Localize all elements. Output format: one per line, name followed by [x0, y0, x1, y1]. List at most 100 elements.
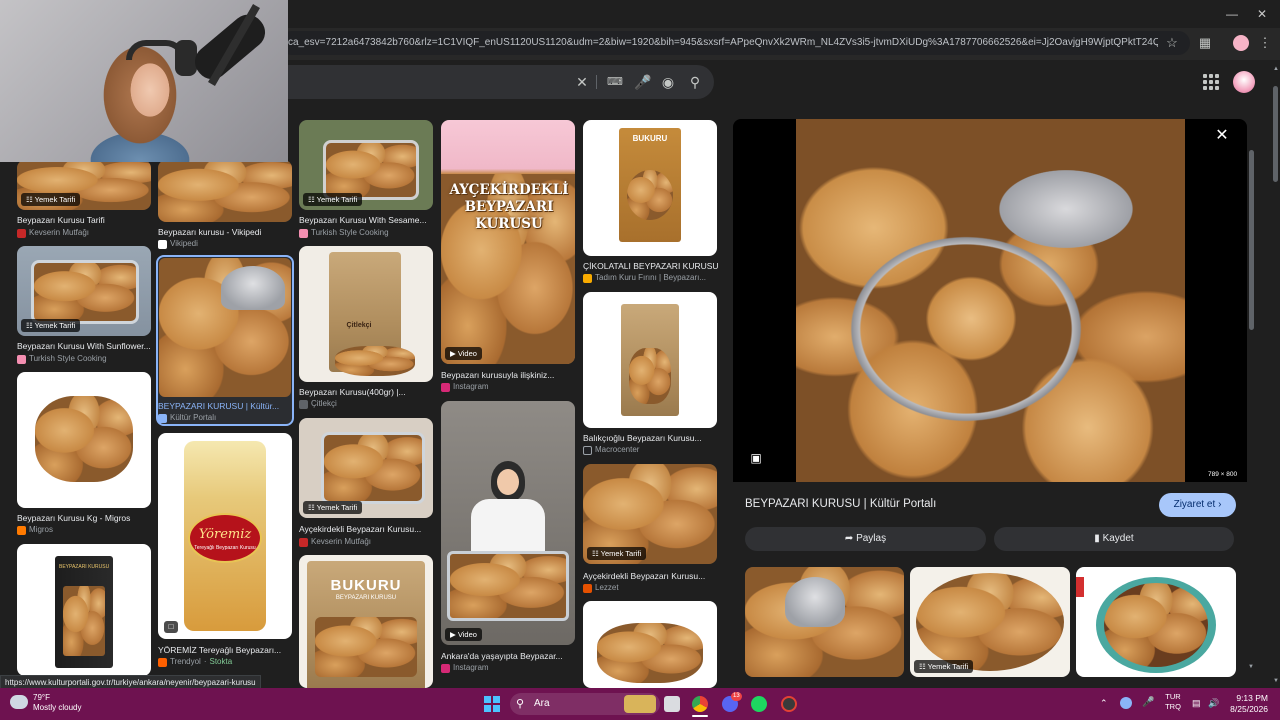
result-source[interactable]: Çitlekçi	[299, 398, 435, 410]
share-icon: ➦	[844, 533, 857, 544]
result-caption[interactable]: Beypazarı Kurusu(400gr) |...	[299, 386, 435, 398]
site-favicon	[299, 228, 308, 238]
recipe-icon: ☷	[26, 321, 35, 330]
related-image[interactable]	[745, 567, 904, 677]
close-preview-icon[interactable]: ✕	[1212, 126, 1232, 146]
result-image[interactable]: ☷ Yemek Tarifi	[17, 246, 151, 336]
result-image[interactable]: BEYPAZARI KURUSU	[17, 544, 151, 676]
search-icon[interactable]: ⚲	[687, 74, 703, 90]
apps-grid-icon[interactable]	[1203, 74, 1219, 90]
site-favicon	[299, 537, 308, 547]
related-image[interactable]: ☷ Yemek Tarifi	[910, 567, 1070, 677]
spotify-icon[interactable]	[751, 696, 767, 712]
result-image[interactable]: BUKURU BEYPAZARI KURUSU	[299, 555, 433, 688]
profile-avatar[interactable]	[1233, 35, 1249, 51]
panel-scrollbar-thumb[interactable]	[1249, 150, 1254, 330]
result-caption[interactable]: Beypazarı Kurusu With Sesame...	[299, 214, 435, 226]
result-image[interactable]: ▶ Video	[441, 401, 575, 645]
result-caption[interactable]: Beypazarı Kurusu Tarifi	[17, 214, 153, 226]
result-caption[interactable]: Ayçekirdekli Beypazarı Kurusu...	[583, 570, 719, 582]
windows-start-icon[interactable]	[484, 696, 500, 712]
tray-app-icon[interactable]	[1120, 697, 1132, 709]
result-image[interactable]: ☷ Yemek Tarifi	[583, 464, 717, 564]
result-image[interactable]	[159, 258, 291, 397]
result-caption[interactable]: Beypazarı Kurusu With Sunflower...	[17, 340, 153, 352]
active-indicator	[692, 715, 708, 717]
maximize-icon[interactable]	[1222, 4, 1246, 24]
result-source[interactable]: Kültür Portalı	[158, 412, 294, 424]
preview-image[interactable]	[796, 119, 1185, 482]
result-caption[interactable]: YÖREMİZ Tereyağlı Beypazarı...	[158, 644, 294, 656]
keyboard-icon[interactable]: ⌨	[607, 74, 623, 90]
result-image[interactable]: ☷ Yemek Tarifi	[299, 418, 433, 518]
account-avatar[interactable]	[1233, 71, 1255, 93]
instagram-icon	[441, 382, 450, 392]
weather-widget[interactable]: 79°F Mostly cloudy	[33, 693, 81, 713]
mic-icon[interactable]: 🎤	[634, 74, 651, 90]
result-caption[interactable]: Ayçekirdekli Beypazarı Kurusu...	[299, 523, 435, 535]
result-source[interactable]: Turkish Style Cooking	[299, 227, 435, 239]
volume-icon[interactable]: 🔊	[1208, 698, 1219, 709]
share-button[interactable]: ➦ Paylaş	[745, 527, 986, 551]
language-indicator[interactable]: TUR TRQ	[1160, 692, 1186, 712]
obs-icon[interactable]	[781, 696, 797, 712]
webcam-overlay	[0, 0, 288, 162]
clear-search-icon[interactable]: ✕	[574, 74, 590, 90]
result-source[interactable]: Instagram	[441, 662, 577, 674]
result-image[interactable]	[17, 372, 151, 508]
video-overlay-title: AYÇEKİRDEKLİ BEYPAZARI KURUSU	[449, 182, 569, 232]
result-caption[interactable]: Beypazarı kurusu - Vikipedi	[158, 226, 294, 238]
result-source[interactable]: Kevserin Mutfağı	[299, 536, 435, 548]
result-source[interactable]: Tadım Kuru Fırını | Beypazarı...	[583, 272, 719, 284]
package-label: Çitlekçi	[346, 322, 372, 329]
result-image[interactable]: ☷ Yemek Tarifi	[299, 120, 433, 210]
result-caption[interactable]: Balıkçıoğlu Beypazarı Kurusu...	[583, 432, 719, 444]
related-image[interactable]	[1076, 567, 1236, 677]
preview-title[interactable]: BEYPAZARI KURUSU | Kültür Portalı	[745, 498, 936, 510]
lens-icon[interactable]: ◉	[660, 74, 676, 90]
result-image[interactable]: BUKURU	[583, 120, 717, 256]
scroll-up-icon[interactable]: ▲	[1273, 66, 1279, 72]
result-image[interactable]: ☷ Yemek Tarifi	[17, 160, 151, 210]
result-image[interactable]: Yöremiz Tereyağlı Beypazarı Kurusu □	[158, 433, 292, 639]
result-source[interactable]: Instagram	[441, 381, 577, 393]
lens-search-icon[interactable]: ▣	[748, 451, 764, 467]
url-text[interactable]: ca_esv=7212a6473842b760&rlz=1C1VIQF_enUS…	[288, 37, 1158, 49]
extensions-icon[interactable]: ▦	[1197, 35, 1213, 51]
result-source[interactable]: Lezzet	[583, 582, 719, 594]
chevron-up-icon[interactable]: ⌃	[1100, 698, 1108, 709]
network-icon[interactable]: ▤	[1192, 698, 1201, 709]
result-source[interactable]: Vikipedi	[158, 238, 294, 250]
chrome-icon[interactable]	[692, 696, 708, 712]
play-icon: ▶	[450, 349, 458, 358]
bookmark-star-icon[interactable]: ☆	[1164, 35, 1180, 51]
result-image[interactable]	[583, 601, 717, 688]
close-window-icon[interactable]: ✕	[1250, 4, 1274, 24]
result-image[interactable]	[158, 160, 292, 222]
clock[interactable]: 9:13 PM 8/25/2026	[1222, 693, 1268, 715]
visit-button[interactable]: Ziyaret et ›	[1159, 493, 1236, 517]
more-menu-icon[interactable]: ⋮	[1257, 35, 1273, 51]
result-image[interactable]: Çitlekçi	[299, 246, 433, 382]
result-source[interactable]: Macrocenter	[583, 444, 719, 456]
result-caption[interactable]: ÇİKOLATALI BEYPAZARI KURUSU...	[583, 260, 719, 272]
file-explorer-icon[interactable]	[664, 696, 680, 712]
recipe-icon: ☷	[26, 195, 35, 204]
cloud-icon[interactable]	[10, 695, 28, 709]
result-caption[interactable]: Ankara'da yaşayıpta Beypazar...	[441, 650, 577, 662]
result-image[interactable]: AYÇEKİRDEKLİ BEYPAZARI KURUSU ▶ Video	[441, 120, 575, 364]
save-button[interactable]: ▮ Kaydet	[994, 527, 1234, 551]
result-image[interactable]	[583, 292, 717, 428]
mic-tray-icon[interactable]: 🎤	[1142, 697, 1154, 708]
search-highlight-icon[interactable]	[624, 695, 656, 713]
scroll-down-icon[interactable]: ▼	[1273, 678, 1279, 684]
panel-scroll-down-icon[interactable]: ▼	[1248, 664, 1254, 670]
result-caption[interactable]: Beypazarı kurusuyla ilişkiniz...	[441, 369, 577, 381]
result-caption[interactable]: BEYPAZARI KURUSU | Kültür...	[158, 400, 294, 412]
page-scrollbar-thumb[interactable]	[1273, 86, 1278, 182]
result-source[interactable]: Trendyol · Stokta	[158, 656, 294, 668]
result-source[interactable]: Kevserin Mutfağı	[17, 227, 153, 239]
result-source[interactable]: Turkish Style Cooking	[17, 353, 153, 365]
result-source[interactable]: Migros	[17, 524, 153, 536]
result-caption[interactable]: Beypazarı Kurusu Kg - Migros	[17, 512, 153, 524]
